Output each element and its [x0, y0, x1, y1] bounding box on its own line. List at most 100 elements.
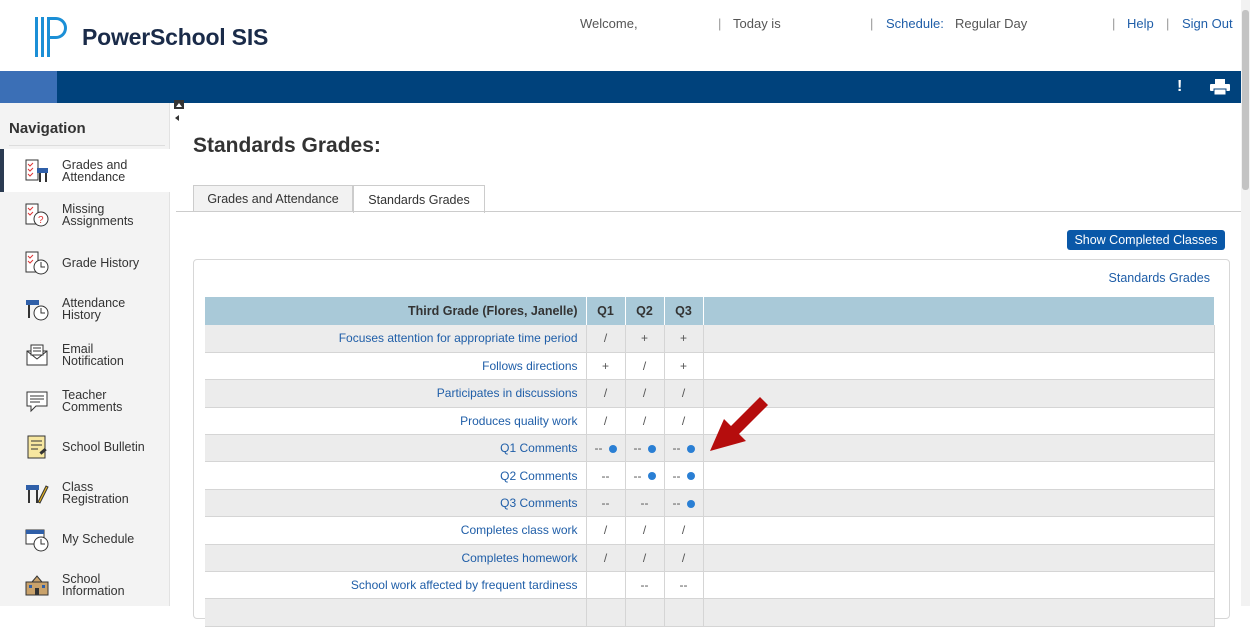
sign-out-link[interactable]: Sign Out: [1182, 16, 1233, 31]
welcome-text: Welcome,: [580, 16, 638, 31]
grade-cell-q3: /: [664, 544, 704, 573]
standard-link[interactable]: Completes class work: [461, 523, 578, 537]
grade-cell-q3[interactable]: --: [664, 461, 704, 490]
comment-icon: [26, 391, 48, 412]
nav-item-grade-history[interactable]: Grade History: [0, 241, 170, 284]
printer-icon[interactable]: [1210, 79, 1230, 95]
scrollbar-thumb[interactable]: [1242, 10, 1249, 190]
grade-cell-q1[interactable]: --: [586, 434, 626, 463]
standard-link[interactable]: Focuses attention for appropriate time p…: [339, 331, 578, 345]
nav-item-teacher-comments[interactable]: Teacher Comments: [0, 379, 170, 422]
grade-value: --: [594, 441, 603, 456]
spacer-cell: [703, 571, 1215, 600]
grades-attendance-icon: [25, 159, 48, 182]
grade-history-icon: [25, 251, 49, 274]
email-icon: [26, 344, 48, 365]
nav-item-school-information[interactable]: School Information: [0, 563, 170, 606]
grade-value: --: [640, 578, 649, 593]
nav-item-grades-and-attendance[interactable]: Grades and Attendance: [0, 149, 170, 192]
standard-link[interactable]: Q2 Comments: [500, 469, 577, 483]
grade-cell-q3: [664, 598, 704, 627]
standard-name-cell: Follows directions: [205, 352, 587, 381]
nav-label: School Information: [62, 571, 125, 598]
help-link[interactable]: Help: [1127, 16, 1154, 31]
grade-value: /: [642, 550, 647, 565]
grade-value: /: [603, 331, 608, 346]
spacer-cell: [703, 489, 1215, 518]
attendance-history-icon: [26, 299, 49, 320]
grade-cell-q1: /: [586, 379, 626, 408]
comment-dot-icon[interactable]: [647, 472, 656, 481]
standard-name-cell: Completes class work: [205, 516, 587, 545]
grade-cell-q2: --: [625, 489, 665, 518]
column-header-spacer: [703, 297, 1215, 325]
separator: |: [718, 16, 722, 31]
header: PowerSchool SIS Welcome, | Today is | Sc…: [0, 0, 1250, 71]
alert-icon[interactable]: !: [1177, 78, 1182, 96]
table-row: [205, 598, 1215, 627]
grade-value: --: [672, 468, 681, 483]
today-text: Today is: [733, 16, 781, 31]
standard-name-cell: Participates in discussions: [205, 379, 587, 408]
grade-value: --: [633, 468, 642, 483]
grade-cell-q2: /: [625, 379, 665, 408]
spacer-cell: [703, 461, 1215, 490]
standard-name-cell: Q2 Comments: [205, 461, 587, 490]
standard-name-cell: [205, 598, 587, 627]
standard-name-cell: Q3 Comments: [205, 489, 587, 518]
nav-item-class-registration[interactable]: Class Registration: [0, 471, 170, 514]
nav-item-attendance-history[interactable]: Attendance History: [0, 287, 170, 330]
grade-cell-q3: +: [664, 352, 704, 381]
svg-text:?: ?: [38, 215, 44, 226]
spacer-cell: [703, 516, 1215, 545]
band-home-tab[interactable]: [0, 71, 57, 103]
standard-link[interactable]: Q1 Comments: [500, 441, 577, 455]
brand-name: PowerSchool SIS: [82, 23, 269, 50]
standard-link[interactable]: Q3 Comments: [500, 496, 577, 510]
nav-item-missing-assignments[interactable]: ? Missing Assignments: [0, 193, 170, 236]
collapse-sidebar-icon[interactable]: [172, 100, 186, 124]
red-arrow-annotation: [710, 397, 768, 451]
spacer-cell: [703, 544, 1215, 573]
standard-link[interactable]: School work affected by frequent tardine…: [351, 578, 578, 592]
tab-grades-and-attendance[interactable]: Grades and Attendance: [193, 185, 353, 212]
grade-cell-q2: /: [625, 544, 665, 573]
nav-item-email-notification[interactable]: Email Notification: [0, 333, 170, 376]
nav-label: My Schedule: [62, 531, 135, 546]
logo[interactable]: PowerSchool SIS: [34, 15, 268, 59]
grade-value: +: [640, 331, 648, 346]
tab-standards-grades[interactable]: Standards Grades: [353, 185, 485, 213]
grade-cell-q1: /: [586, 516, 626, 545]
standard-name-cell: Q1 Comments: [205, 434, 587, 463]
standard-link[interactable]: Completes homework: [461, 551, 577, 565]
divider: [176, 211, 1250, 212]
standard-name-cell: Focuses attention for appropriate time p…: [205, 325, 587, 353]
page-title: Standards Grades:: [193, 134, 381, 157]
grade-value: /: [681, 523, 686, 538]
comment-dot-icon[interactable]: [686, 499, 695, 508]
grade-value: +: [679, 359, 687, 374]
standard-link[interactable]: Participates in discussions: [437, 386, 578, 400]
comment-dot-icon[interactable]: [686, 445, 695, 454]
standard-link[interactable]: Follows directions: [482, 359, 577, 373]
standards-grades-table: Third Grade (Flores, Janelle) Q1 Q2 Q3 F…: [205, 297, 1215, 627]
standards-grades-link[interactable]: Standards Grades: [1109, 271, 1210, 285]
nav-item-school-bulletin[interactable]: School Bulletin: [0, 425, 170, 468]
spacer-cell: [703, 325, 1215, 353]
comment-dot-icon[interactable]: [608, 445, 617, 454]
comment-dot-icon[interactable]: [647, 445, 656, 454]
grade-cell-q1: --: [586, 489, 626, 518]
comment-dot-icon[interactable]: [686, 472, 695, 481]
grade-cell-q2: /: [625, 516, 665, 545]
grade-value: /: [681, 413, 686, 428]
grade-cell-q3[interactable]: --: [664, 434, 704, 463]
grade-cell-q3: /: [664, 516, 704, 545]
nav-item-my-schedule[interactable]: My Schedule: [0, 517, 170, 560]
show-completed-classes-button[interactable]: Show Completed Classes: [1067, 230, 1225, 250]
standard-link[interactable]: Produces quality work: [460, 414, 577, 428]
grade-cell-q2[interactable]: --: [625, 434, 665, 463]
nav-label: Grades and Attendance: [62, 157, 128, 184]
grade-cell-q2[interactable]: --: [625, 461, 665, 490]
table-body: Focuses attention for appropriate time p…: [205, 325, 1215, 627]
grade-cell-q3[interactable]: --: [664, 489, 704, 518]
